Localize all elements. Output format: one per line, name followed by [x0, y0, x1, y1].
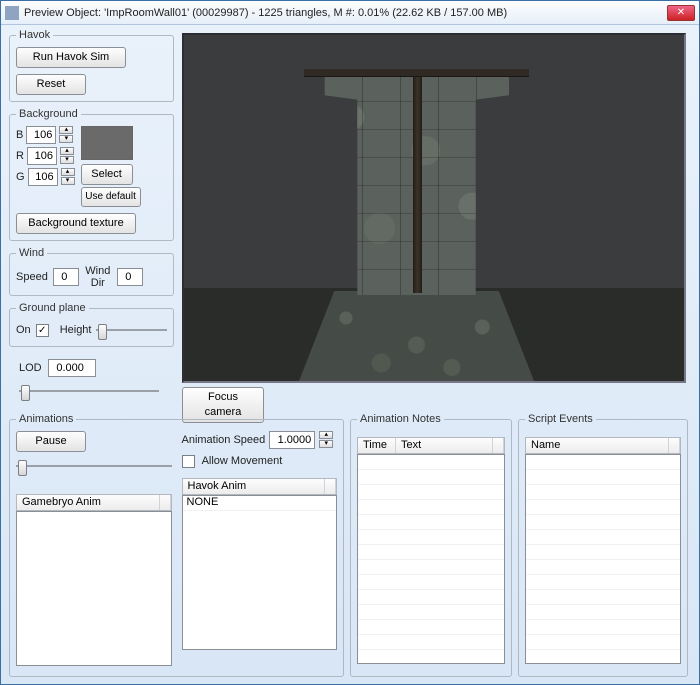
table-row[interactable]	[526, 575, 680, 590]
g-label: G	[16, 171, 25, 183]
script-events-group: Script Events Name	[518, 413, 688, 677]
g-spinner[interactable]: ▴▾	[61, 168, 75, 186]
wall-topbeam	[304, 69, 529, 77]
table-row[interactable]	[358, 530, 504, 545]
scriptev-list[interactable]	[525, 454, 681, 664]
animnotes-time-col[interactable]: Time	[358, 438, 396, 453]
ground-legend: Ground plane	[16, 302, 89, 314]
allow-movement-label: Allow Movement	[202, 455, 283, 467]
g-input[interactable]: 106	[28, 168, 58, 186]
anim-time-slider[interactable]	[16, 456, 172, 476]
window-title: Preview Object: 'ImpRoomWall01' (0002998…	[24, 7, 667, 19]
table-row[interactable]	[358, 545, 504, 560]
havok-group: Havok Run Havok Sim Reset	[9, 29, 174, 102]
havok-anim-col[interactable]: Havok Anim	[183, 479, 326, 494]
table-row[interactable]	[358, 560, 504, 575]
table-row[interactable]	[358, 470, 504, 485]
table-row[interactable]	[358, 605, 504, 620]
background-texture-button[interactable]: Background texture	[16, 213, 136, 234]
gamebryo-header[interactable]: Gamebryo Anim	[16, 494, 172, 511]
table-row[interactable]	[358, 485, 504, 500]
animnotes-legend: Animation Notes	[357, 413, 444, 425]
table-row[interactable]	[358, 590, 504, 605]
ground-group: Ground plane On ✓ Height	[9, 302, 174, 347]
wind-dir-label: Wind Dir	[84, 265, 112, 289]
use-default-button[interactable]: Use default	[81, 187, 141, 207]
table-row[interactable]	[358, 575, 504, 590]
preview-window: Preview Object: 'ImpRoomWall01' (0002998…	[0, 0, 700, 685]
ground-on-checkbox[interactable]: ✓	[36, 324, 49, 337]
ground-on-label: On	[16, 324, 31, 336]
lod-label: LOD	[19, 362, 42, 374]
r-spinner[interactable]: ▴▾	[60, 147, 74, 165]
wind-legend: Wind	[16, 247, 47, 259]
scriptev-legend: Script Events	[525, 413, 596, 425]
animnotes-text-col[interactable]: Text	[396, 438, 493, 453]
r-input[interactable]: 106	[27, 147, 57, 165]
wind-speed-input[interactable]: 0	[53, 268, 79, 286]
table-row[interactable]	[526, 620, 680, 635]
reset-button[interactable]: Reset	[16, 74, 86, 95]
b-input[interactable]: 106	[26, 126, 56, 144]
table-row[interactable]	[526, 560, 680, 575]
table-row[interactable]	[358, 635, 504, 650]
scriptev-header[interactable]: Name	[525, 437, 681, 454]
viewport[interactable]	[182, 33, 686, 383]
b-label: B	[16, 129, 23, 141]
table-row[interactable]	[358, 500, 504, 515]
table-row[interactable]	[526, 470, 680, 485]
allow-movement-checkbox[interactable]	[182, 455, 195, 468]
table-row[interactable]	[358, 515, 504, 530]
anim-speed-spinner[interactable]: ▴▾	[319, 431, 333, 449]
table-row[interactable]	[358, 620, 504, 635]
r-label: R	[16, 150, 24, 162]
havok-legend: Havok	[16, 29, 53, 41]
background-group: Background B 106 ▴▾ R 106 ▴▾	[9, 108, 174, 241]
animnotes-header[interactable]: Time Text	[357, 437, 505, 454]
table-row[interactable]	[526, 500, 680, 515]
animation-notes-group: Animation Notes Time Text	[350, 413, 512, 677]
list-item[interactable]: NONE	[183, 496, 337, 511]
table-row[interactable]	[526, 485, 680, 500]
animnotes-list[interactable]	[357, 454, 505, 664]
titlebar[interactable]: Preview Object: 'ImpRoomWall01' (0002998…	[1, 1, 699, 25]
lod-slider[interactable]	[19, 381, 159, 401]
scriptev-name-col[interactable]: Name	[526, 438, 669, 453]
floor-visual	[299, 291, 534, 381]
anim-speed-input[interactable]: 1.0000	[269, 431, 315, 449]
table-row[interactable]	[526, 530, 680, 545]
run-havok-button[interactable]: Run Havok Sim	[16, 47, 126, 68]
table-row[interactable]	[526, 545, 680, 560]
animations-legend: Animations	[16, 413, 76, 425]
table-row[interactable]	[526, 590, 680, 605]
select-color-button[interactable]: Select	[81, 164, 133, 185]
gamebryo-list[interactable]	[16, 511, 172, 666]
wind-dir-input[interactable]: 0	[117, 268, 143, 286]
havok-anim-list[interactable]: NONE	[182, 495, 338, 650]
gamebryo-col[interactable]: Gamebryo Anim	[17, 495, 160, 510]
pause-button[interactable]: Pause	[16, 431, 86, 452]
wind-group: Wind Speed 0 Wind Dir 0	[9, 247, 174, 296]
background-legend: Background	[16, 108, 81, 120]
table-row[interactable]	[526, 635, 680, 650]
ground-height-slider[interactable]	[96, 320, 167, 340]
table-row[interactable]	[526, 605, 680, 620]
close-button[interactable]: ✕	[667, 5, 695, 21]
table-row[interactable]	[526, 455, 680, 470]
animations-group: Animations Pause Gamebryo Anim	[9, 413, 344, 677]
color-swatch	[81, 126, 133, 160]
anim-speed-label: Animation Speed	[182, 434, 266, 446]
wind-speed-label: Speed	[16, 271, 48, 283]
app-icon	[5, 6, 19, 20]
table-row[interactable]	[358, 455, 504, 470]
ground-height-label: Height	[60, 324, 92, 336]
b-spinner[interactable]: ▴▾	[59, 126, 73, 144]
havok-anim-header[interactable]: Havok Anim	[182, 478, 338, 495]
wall-post	[413, 77, 422, 293]
table-row[interactable]	[526, 515, 680, 530]
lod-input[interactable]: 0.000	[48, 359, 96, 377]
